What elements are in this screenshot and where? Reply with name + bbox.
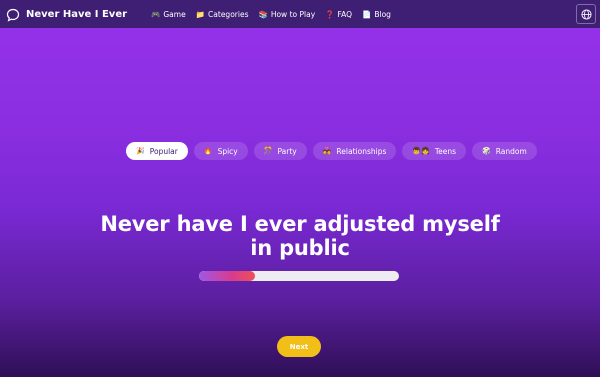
site-title: Never Have I Ever: [26, 8, 128, 20]
progress-bar: [199, 271, 399, 281]
nav-item-label: How to Play: [270, 9, 316, 19]
couple-icon: 💑: [322, 147, 332, 155]
document-icon: 📄: [362, 9, 372, 19]
question-text: Never have I ever adjusted myself in pub…: [100, 212, 500, 260]
nav-item-label: Game: [163, 9, 186, 19]
category-label: Party: [277, 146, 297, 156]
category-label: Random: [495, 146, 527, 156]
category-label: Relationships: [336, 146, 387, 156]
main-nav: 🎮 Game 📁 Categories 📚 How to Play ❓ FAQ …: [151, 10, 401, 19]
nav-item-blog[interactable]: 📄 Blog: [362, 10, 391, 19]
category-chip-teens[interactable]: 👦👧 Teens: [402, 142, 467, 160]
category-chip-party[interactable]: 🎊 Party: [253, 142, 307, 160]
nav-item-label: FAQ: [337, 9, 353, 19]
folder-icon: 📁: [195, 9, 206, 19]
nav-item-how-to-play[interactable]: 📚 How to Play: [258, 10, 315, 19]
confetti-icon: 🎊: [263, 147, 273, 155]
nav-item-label: Categories: [208, 9, 249, 19]
nav-item-game[interactable]: 🎮 Game: [151, 10, 186, 19]
brand-link[interactable]: Never Have I Ever: [6, 7, 128, 22]
book-icon: 📚: [258, 9, 268, 19]
party-popper-icon: 🎉: [136, 147, 145, 155]
teens-icon: 👦👧: [412, 147, 430, 155]
category-chip-spicy[interactable]: 🔥 Spicy: [193, 142, 248, 160]
nav-item-categories[interactable]: 📁 Categories: [196, 10, 249, 19]
category-label: Teens: [434, 146, 457, 156]
nav-item-label: Blog: [374, 9, 391, 19]
nav-item-faq[interactable]: ❓ FAQ: [325, 10, 352, 19]
progress-fill: [199, 271, 255, 281]
speech-bubble-icon: [6, 7, 20, 22]
globe-icon: [580, 5, 592, 24]
category-selector: 🎉 Popular 🔥 Spicy 🎊 Party 💑 Relationship…: [126, 142, 543, 160]
language-button[interactable]: [576, 4, 596, 24]
next-button[interactable]: Next: [277, 336, 321, 357]
top-navigation-bar: Never Have I Ever 🎮 Game 📁 Categories 📚 …: [0, 0, 600, 28]
category-label: Popular: [149, 146, 178, 156]
category-chip-relationships[interactable]: 💑 Relationships: [312, 142, 397, 160]
gamepad-icon: 🎮: [151, 9, 161, 19]
category-chip-popular[interactable]: 🎉 Popular: [126, 142, 188, 160]
question-icon: ❓: [325, 9, 335, 19]
fire-icon: 🔥: [203, 147, 213, 155]
dice-icon: 🎲: [482, 147, 491, 155]
category-label: Spicy: [217, 146, 238, 156]
category-chip-random[interactable]: 🎲 Random: [472, 142, 537, 160]
